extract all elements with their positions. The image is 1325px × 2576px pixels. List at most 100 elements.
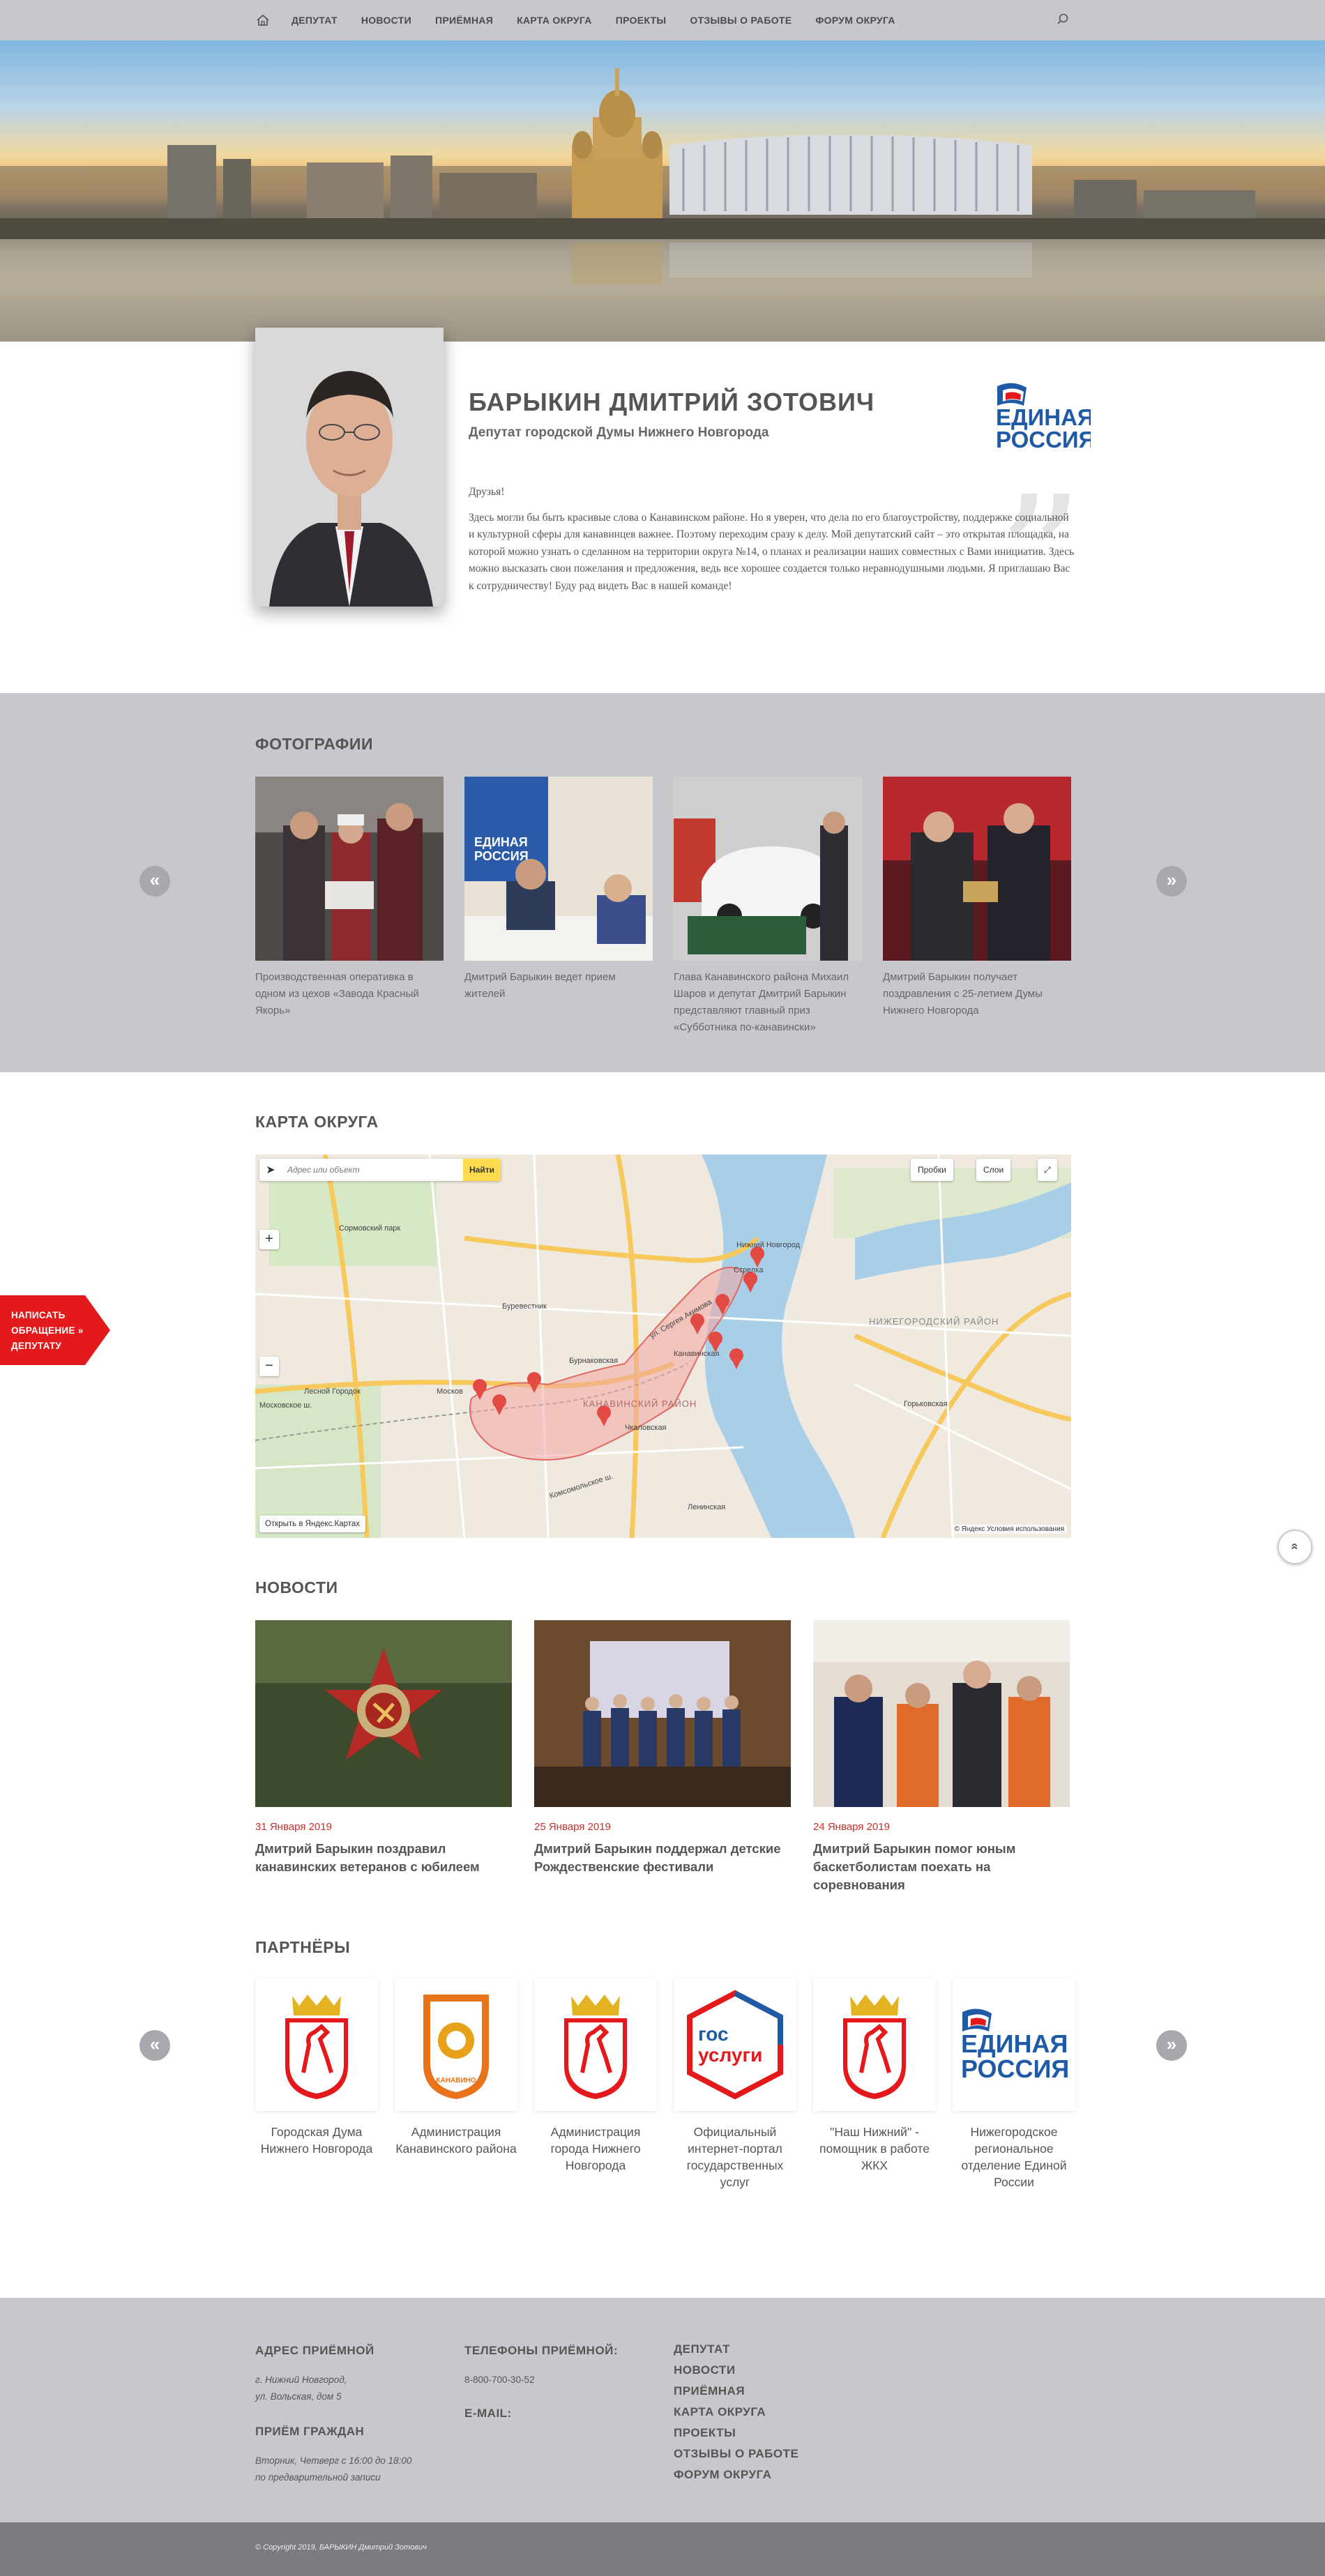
photo-card[interactable]: Производственная оперативка в одном из ц… xyxy=(255,777,444,1019)
partner-name[interactable]: Официальный интернет-портал государствен… xyxy=(674,2124,796,2190)
partner-name[interactable]: Администрация Канавинского района xyxy=(395,2124,517,2157)
nav-item-reviews[interactable]: ОТЗЫВЫ О РАБОТЕ xyxy=(690,15,792,26)
photo-caption: Дмитрий Барыкин ведет прием жителей xyxy=(464,971,616,1000)
write-appeal-label: НАПИСАТЬ ОБРАЩЕНИЕ » ДЕПУТАТУ xyxy=(11,1308,84,1354)
write-appeal-line2: ОБРАЩЕНИЕ » xyxy=(11,1325,84,1336)
gosuslugi-logo[interactable]: гос услуги xyxy=(674,1979,796,2111)
partner-item[interactable]: Городская Дума Нижнего Новгорода xyxy=(255,1979,378,2157)
news-card[interactable]: 25 Января 2019 Дмитрий Барыкин поддержал… xyxy=(534,1620,791,1876)
partner-name[interactable]: Городская Дума Нижнего Новгорода xyxy=(255,2124,378,2157)
map-search-input[interactable] xyxy=(282,1159,463,1181)
nizhny-coat-of-arms-logo[interactable] xyxy=(813,1979,936,2111)
news-image-festival[interactable] xyxy=(534,1620,791,1807)
nav-item-projects[interactable]: ПРОЕКТЫ xyxy=(616,15,667,26)
map-layers-button[interactable]: Слои xyxy=(976,1159,1011,1181)
gosuslugi-line2: услуги xyxy=(698,2044,762,2066)
footer-link-reception[interactable]: ПРИЁМНАЯ xyxy=(674,2384,745,2398)
kanavino-coat-of-arms-logo[interactable]: КАНАВИНО xyxy=(395,1979,517,2111)
district-map[interactable]: Сормовский парк Буревестник Бурнаковская… xyxy=(255,1154,1071,1538)
photo-caption: Дмитрий Барыкин получает поздравления с … xyxy=(883,971,1043,1016)
party-logo[interactable]: ЕДИНАЯ РОССИЯ xyxy=(953,1979,1075,2111)
map-zoom-out-button[interactable]: − xyxy=(259,1357,279,1376)
news-image-veterans[interactable] xyxy=(255,1620,512,1807)
scroll-to-top-button[interactable]: « xyxy=(1278,1530,1312,1564)
map-copyright[interactable]: © Яндекс Условия использования xyxy=(951,1525,1067,1534)
map-label-moscow: Москов xyxy=(437,1387,463,1396)
fullscreen-icon[interactable]: ⤢ xyxy=(1038,1159,1057,1181)
write-appeal-line3: ДЕПУТАТУ xyxy=(11,1341,62,1351)
copyright-bar: © Copyright 2019, БАРЫКИН Дмитрий Зотови… xyxy=(0,2522,1325,2576)
news-headline[interactable]: Дмитрий Барыкин поздравил канавинских ве… xyxy=(255,1840,512,1876)
partner-party-line2: РОССИЯ xyxy=(961,2055,1069,2083)
nizhny-coat-of-arms-logo[interactable] xyxy=(255,1979,378,2111)
partner-name[interactable]: Нижегородское региональное отделение Еди… xyxy=(953,2124,1075,2190)
photo-party-banner: ЕДИНАЯ xyxy=(474,835,528,849)
search-icon[interactable] xyxy=(1056,13,1070,26)
partner-item[interactable]: Администрация города Нижнего Новгорода xyxy=(534,1979,657,2174)
news-headline[interactable]: Дмитрий Барыкин помог юным баскетболиста… xyxy=(813,1840,1070,1894)
photos-next-button[interactable]: » xyxy=(1156,866,1187,897)
map-label-district: КАНАВИНСКИЙ РАЙОН xyxy=(583,1398,697,1409)
news-card[interactable]: 24 Января 2019 Дмитрий Барыкин помог юны… xyxy=(813,1620,1070,1894)
news-image-basketball[interactable] xyxy=(813,1620,1070,1807)
partner-item[interactable]: гос услуги Официальный интернет-портал г… xyxy=(674,1979,796,2190)
partner-name[interactable]: Администрация города Нижнего Новгорода xyxy=(534,2124,657,2174)
nav-item-reception[interactable]: ПРИЁМНАЯ xyxy=(435,15,493,26)
photo-car-prize[interactable] xyxy=(674,777,862,961)
copyright-text: © Copyright 2019, БАРЫКИН Дмитрий Зотови… xyxy=(255,2543,427,2552)
map-label-burnakovskaya: Бурнаковская xyxy=(569,1357,619,1365)
party-logo-line2: РОССИЯ xyxy=(996,427,1091,452)
gosuslugi-line1: гос xyxy=(698,2023,729,2045)
news-card[interactable]: 31 Января 2019 Дмитрий Барыкин поздравил… xyxy=(255,1620,512,1876)
map-label-nizhny: Нижний Новгород xyxy=(736,1241,801,1249)
nizhny-coat-of-arms-logo[interactable] xyxy=(534,1979,657,2111)
partner-item[interactable]: "Наш Нижний" - помощник в работе ЖКХ xyxy=(813,1979,936,2174)
home-icon[interactable] xyxy=(255,13,271,28)
photo-card[interactable]: Дмитрий Барыкин получает поздравления с … xyxy=(883,777,1071,1019)
deputy-welcome-text: Друзья! Здесь могли бы быть красивые сло… xyxy=(469,484,1075,603)
map-label-leninskaya: Ленинская xyxy=(688,1503,726,1511)
write-appeal-tab[interactable]: НАПИСАТЬ ОБРАЩЕНИЕ » ДЕПУТАТУ xyxy=(0,1295,112,1365)
partners-prev-button[interactable]: « xyxy=(139,2030,170,2061)
footer-link-deputy[interactable]: ДЕПУТАТ xyxy=(674,2342,730,2356)
news-date: 25 Января 2019 xyxy=(534,1821,611,1833)
nav-item-district-map[interactable]: КАРТА ОКРУГА xyxy=(517,15,592,26)
news-title: НОВОСТИ xyxy=(255,1578,338,1596)
footer-link-forum[interactable]: ФОРУМ ОКРУГА xyxy=(674,2468,771,2482)
photo-card[interactable]: ЕДИНАЯ РОССИЯ Дмитрий Барыкин ведет прие… xyxy=(464,777,653,1003)
partner-item[interactable]: КАНАВИНО Администрация Канавинского райо… xyxy=(395,1979,517,2157)
map-label-burevestnik: Буревестник xyxy=(502,1302,547,1311)
footer-reception-line2: по предварительной записи xyxy=(255,2472,381,2483)
photo-congratulations[interactable] xyxy=(883,777,1071,961)
map-search-button[interactable]: Найти xyxy=(463,1159,501,1181)
map-geolocation-icon[interactable]: ➤ xyxy=(259,1159,282,1181)
partner-name[interactable]: "Наш Нижний" - помощник в работе ЖКХ xyxy=(813,2124,936,2174)
footer-link-projects[interactable]: ПРОЕКТЫ xyxy=(674,2426,736,2440)
photo-factory-meeting[interactable] xyxy=(255,777,444,961)
news-date: 31 Января 2019 xyxy=(255,1821,332,1833)
nav-item-deputy[interactable]: ДЕПУТАТ xyxy=(292,15,338,26)
photo-card[interactable]: Глава Канавинского района Михаил Шаров и… xyxy=(674,777,862,1036)
welcome-greeting: Друзья! xyxy=(469,486,505,498)
deputy-portrait-photo xyxy=(255,328,444,607)
news-headline[interactable]: Дмитрий Барыкин поддержал детские Рождес… xyxy=(534,1840,791,1876)
nav-item-news[interactable]: НОВОСТИ xyxy=(361,15,411,26)
footer-link-district-map[interactable]: КАРТА ОКРУГА xyxy=(674,2405,766,2419)
footer-email-title: E-MAIL: xyxy=(464,2407,512,2420)
footer-link-reviews[interactable]: ОТЗЫВЫ О РАБОТЕ xyxy=(674,2447,798,2461)
map-zoom-in-button[interactable]: + xyxy=(259,1230,279,1249)
photo-citizen-reception[interactable]: ЕДИНАЯ РОССИЯ xyxy=(464,777,653,961)
photo-caption: Глава Канавинского района Михаил Шаров и… xyxy=(674,971,849,1033)
partner-item[interactable]: ЕДИНАЯ РОССИЯ Нижегородское региональное… xyxy=(953,1979,1075,2190)
kanavino-label: КАНАВИНО xyxy=(436,2077,476,2085)
map-traffic-button[interactable]: Пробки xyxy=(911,1159,953,1181)
footer-link-news[interactable]: НОВОСТИ xyxy=(674,2363,736,2377)
footer-phone[interactable]: 8-800-700-30-52 xyxy=(464,2372,535,2388)
photos-prev-button[interactable]: « xyxy=(139,866,170,897)
welcome-body: Здесь могли бы быть красивые слова о Кан… xyxy=(469,511,1075,592)
map-open-yandex-link[interactable]: Открыть в Яндекс.Картах xyxy=(259,1516,366,1532)
nav-item-forum[interactable]: ФОРУМ ОКРУГА xyxy=(815,15,895,26)
partners-next-button[interactable]: » xyxy=(1156,2030,1187,2061)
photo-party-banner-2: РОССИЯ xyxy=(474,849,529,863)
map-label-strelka: Стрелка xyxy=(734,1266,764,1274)
